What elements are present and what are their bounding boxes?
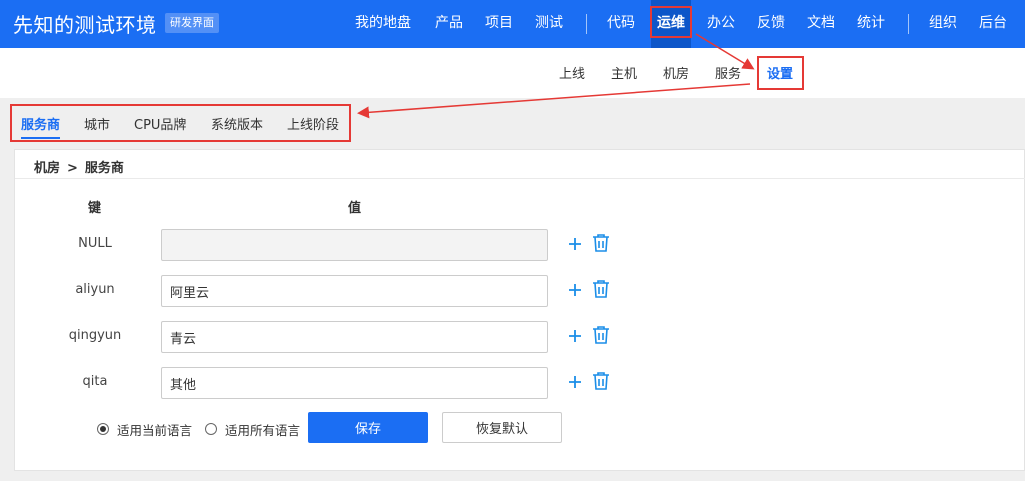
divider <box>15 178 1025 179</box>
nav-organization[interactable]: 组织 <box>929 0 957 48</box>
row-key: qita <box>82 374 108 389</box>
row-key: NULL <box>78 236 112 251</box>
row-key: aliyun <box>75 282 115 297</box>
plus-icon[interactable] <box>565 326 585 346</box>
nav-ops[interactable]: 运维 <box>651 0 691 48</box>
top-header: 先知的测试环境 研发界面 我的地盘 产品 项目 测试 代码 运维 办公 反馈 文… <box>0 0 1025 48</box>
value-column-header: 值 <box>348 201 362 216</box>
app-title[interactable]: 先知的测试环境 <box>13 9 157 38</box>
nav-docs[interactable]: 文档 <box>807 0 835 48</box>
plus-icon[interactable] <box>565 234 585 254</box>
key-column-header: 键 <box>88 201 102 216</box>
breadcrumb-parent[interactable]: 机房 <box>34 161 60 176</box>
nav-divider <box>586 14 587 34</box>
nav-divider <box>908 14 909 34</box>
nav-code[interactable]: 代码 <box>607 0 635 48</box>
subnav-service[interactable]: 服务 <box>715 63 741 82</box>
tab-city[interactable]: 城市 <box>84 114 110 133</box>
subnav-settings[interactable]: 设置 <box>767 63 793 82</box>
radio-current-language[interactable] <box>97 423 109 435</box>
value-input[interactable] <box>161 367 548 399</box>
value-input[interactable] <box>161 321 548 353</box>
tab-deploy-stage[interactable]: 上线阶段 <box>287 114 339 133</box>
trash-icon[interactable] <box>591 233 611 253</box>
breadcrumb-current: 服务商 <box>84 161 124 176</box>
save-button[interactable]: 保存 <box>308 412 428 443</box>
nav-project[interactable]: 项目 <box>485 0 513 48</box>
nav-stats[interactable]: 统计 <box>857 0 885 48</box>
plus-icon[interactable] <box>565 372 585 392</box>
tab-provider[interactable]: 服务商 <box>21 114 61 139</box>
reset-default-button[interactable]: 恢复默认 <box>442 412 562 443</box>
row-key: qingyun <box>68 328 122 343</box>
radio-label[interactable]: 适用所有语言 <box>225 420 300 439</box>
nav-test[interactable]: 测试 <box>535 0 563 48</box>
value-input <box>161 229 548 261</box>
settings-panel: 机房 > 服务商 键 值 NULL aliyun qingyun qita 适用当前… <box>14 149 1025 471</box>
trash-icon[interactable] <box>591 371 611 391</box>
interface-badge[interactable]: 研发界面 <box>165 13 219 33</box>
nav-office[interactable]: 办公 <box>707 0 735 48</box>
settings-tabs: 服务商 城市 CPU品牌 系统版本 上线阶段 <box>12 104 350 141</box>
trash-icon[interactable] <box>591 325 611 345</box>
subnav-host[interactable]: 主机 <box>611 63 637 82</box>
breadcrumb-separator: > <box>67 161 78 176</box>
tab-os-version[interactable]: 系统版本 <box>211 114 263 133</box>
plus-icon[interactable] <box>565 280 585 300</box>
subnav-server-room[interactable]: 机房 <box>663 63 689 82</box>
subnav-deploy[interactable]: 上线 <box>559 63 585 82</box>
nav-feedback[interactable]: 反馈 <box>757 0 785 48</box>
nav-my-dashboard[interactable]: 我的地盘 <box>355 0 411 48</box>
nav-product[interactable]: 产品 <box>435 0 463 48</box>
value-input[interactable] <box>161 275 548 307</box>
radio-label[interactable]: 适用当前语言 <box>117 420 192 439</box>
tab-cpu-brand[interactable]: CPU品牌 <box>134 114 186 133</box>
breadcrumb: 机房 > 服务商 <box>34 157 124 176</box>
nav-admin[interactable]: 后台 <box>979 0 1007 48</box>
radio-all-languages[interactable] <box>205 423 217 435</box>
sub-nav: 上线 主机 机房 服务 设置 <box>0 48 1025 98</box>
trash-icon[interactable] <box>591 279 611 299</box>
